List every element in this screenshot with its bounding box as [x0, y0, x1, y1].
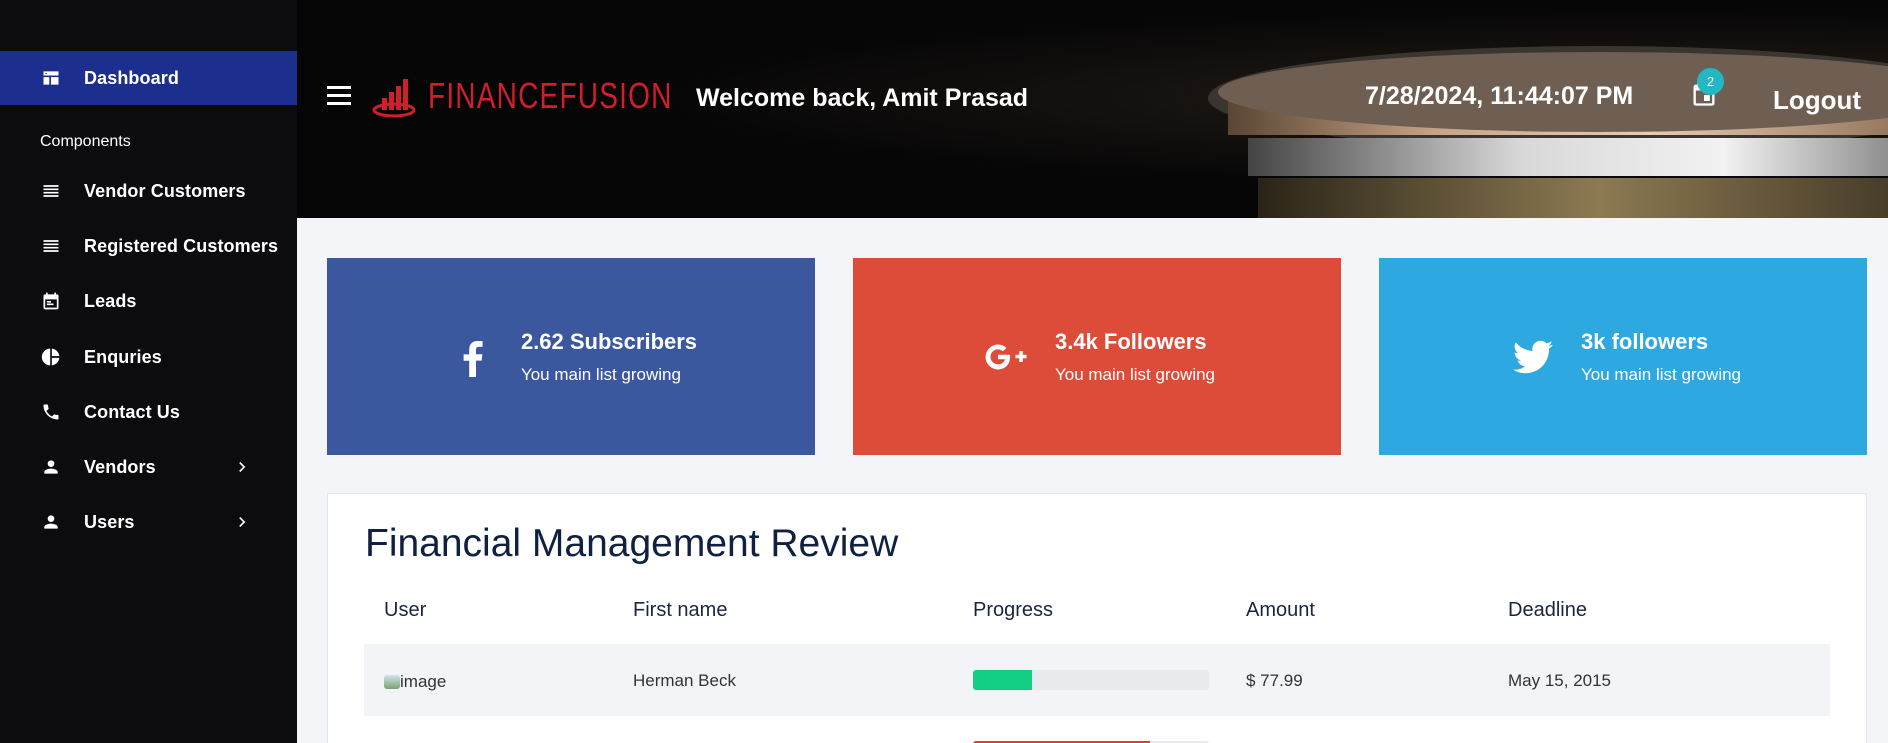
- card-title: 3.4k Followers: [1054, 328, 1207, 354]
- dashboard-icon: [40, 67, 62, 89]
- sidebar-item-leads[interactable]: Leads: [0, 274, 297, 328]
- sidebar-item-dashboard[interactable]: Dashboard: [0, 51, 297, 105]
- person-icon: [40, 511, 62, 533]
- sidebar-item-label: Contact Us: [84, 401, 181, 422]
- logout-button[interactable]: Logout: [1773, 85, 1861, 116]
- column-header-first-name: First name: [633, 599, 728, 621]
- sidebar-item-vendor-customers[interactable]: Vendor Customers: [0, 164, 297, 218]
- sidebar-item-label: Leads: [84, 290, 137, 311]
- chevron-right-icon: [232, 457, 252, 477]
- sidebar-item-label: Registered Customers: [84, 235, 279, 256]
- user-avatar-image: image: [384, 672, 446, 692]
- sidebar-item-label: Users: [84, 511, 135, 532]
- panel-title: Financial Management Review: [365, 522, 899, 565]
- broken-image-icon: [384, 675, 400, 689]
- financial-review-panel: Financial Management Review User First n…: [327, 493, 1867, 743]
- progress-bar: [973, 670, 1209, 690]
- twitter-icon: [1505, 329, 1561, 385]
- logo: FINANCEFUSION: [372, 74, 742, 118]
- column-header-deadline: Deadline: [1508, 599, 1587, 621]
- card-title: 2.62 Subscribers: [520, 328, 698, 354]
- twitter-stats-card: 3k followers You main list growing: [1379, 258, 1867, 455]
- deadline-cell: May 15, 2015: [1508, 671, 1612, 690]
- notification-badge: 2: [1697, 68, 1724, 95]
- sidebar-item-label: Vendor Customers: [84, 180, 246, 201]
- list-icon: [40, 235, 62, 257]
- logo-text: FINANCEFUSION: [428, 75, 673, 116]
- sidebar-item-label: Enquries: [84, 346, 162, 367]
- sidebar-item-contact-us[interactable]: Contact Us: [0, 385, 297, 439]
- menu-toggle-button[interactable]: [327, 86, 351, 106]
- phone-icon: [40, 401, 62, 423]
- welcome-message: Welcome back, Amit Prasad: [696, 84, 1029, 112]
- sidebar: Dashboard Components Vendor Customers Re…: [0, 0, 297, 743]
- column-header-progress: Progress: [973, 599, 1054, 621]
- calendar-icon: [40, 290, 62, 312]
- chevron-right-icon: [232, 512, 252, 532]
- first-name-cell: Herman Beck: [633, 671, 736, 690]
- google-plus-icon: [979, 329, 1035, 385]
- sidebar-item-vendors[interactable]: Vendors: [0, 440, 297, 494]
- datetime-display: 7/28/2024, 11:44:07 PM: [1365, 82, 1634, 110]
- sidebar-item-label: Vendors: [84, 456, 156, 477]
- sidebar-item-registered-customers[interactable]: Registered Customers: [0, 219, 297, 273]
- column-header-user: User: [384, 599, 427, 621]
- card-subtitle: You main list growing: [1580, 364, 1741, 384]
- header: FINANCEFUSION Welcome back, Amit Prasad …: [297, 0, 1888, 218]
- card-subtitle: You main list growing: [1054, 364, 1215, 384]
- list-icon: [40, 180, 62, 202]
- card-title: 3k followers: [1580, 328, 1709, 354]
- sidebar-item-label: Dashboard: [84, 67, 179, 88]
- google-plus-stats-card: 3.4k Followers You main list growing: [853, 258, 1341, 455]
- pie-chart-icon: [40, 346, 62, 368]
- amount-cell: $ 77.99: [1246, 671, 1303, 690]
- facebook-icon: [445, 329, 501, 385]
- card-subtitle: You main list growing: [520, 364, 681, 384]
- column-header-amount: Amount: [1246, 599, 1315, 621]
- progress-fill: [973, 670, 1032, 690]
- sidebar-item-users[interactable]: Users: [0, 495, 297, 549]
- person-icon: [40, 456, 62, 478]
- sidebar-item-enquries[interactable]: Enquries: [0, 330, 297, 384]
- section-label-components: Components: [40, 133, 131, 150]
- facebook-stats-card: 2.62 Subscribers You main list growing: [327, 258, 815, 455]
- bar-chart-logo-icon: [372, 79, 416, 118]
